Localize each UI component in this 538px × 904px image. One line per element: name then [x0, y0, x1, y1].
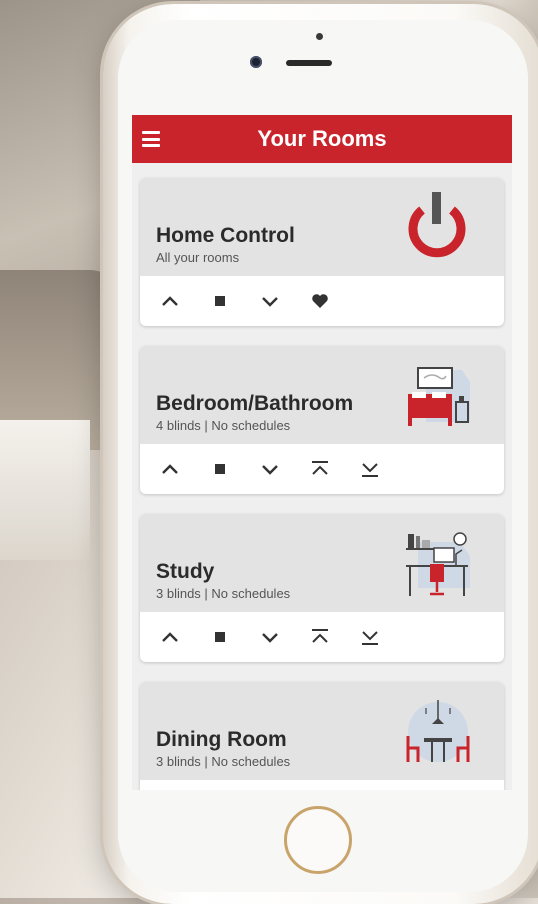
down-chevron-icon[interactable]	[256, 623, 284, 651]
room-name: Bedroom/Bathroom	[156, 392, 354, 415]
room-controls	[140, 444, 504, 494]
stop-square-icon[interactable]	[206, 287, 234, 315]
fully-close-icon[interactable]	[356, 623, 384, 651]
up-chevron-icon[interactable]	[156, 623, 184, 651]
room-name: Dining Room	[156, 728, 287, 751]
room-controls	[140, 276, 504, 326]
earpiece-speaker	[286, 60, 332, 66]
front-camera	[250, 56, 262, 68]
up-chevron-icon[interactable]	[156, 287, 184, 315]
room-card-home-control[interactable]: Home Control All your rooms	[140, 178, 504, 326]
stop-square-icon[interactable]	[206, 455, 234, 483]
page-title: Your Rooms	[257, 126, 387, 151]
heart-icon[interactable]	[306, 287, 334, 315]
down-chevron-icon[interactable]	[256, 455, 284, 483]
fully-open-icon[interactable]	[306, 623, 334, 651]
down-chevron-icon[interactable]	[256, 287, 284, 315]
dining-room-icon	[406, 700, 470, 762]
room-card-header[interactable]: Study 3 blinds | No schedules	[140, 514, 504, 612]
bedroom-icon	[408, 367, 470, 426]
study-desk-icon	[406, 532, 470, 596]
room-card-study[interactable]: Study 3 blinds | No schedules	[140, 514, 504, 662]
home-button[interactable]	[284, 806, 352, 874]
room-name: Home Control	[156, 224, 295, 247]
room-subtitle: 4 blinds | No schedules	[156, 418, 291, 433]
power-icon[interactable]	[404, 188, 470, 260]
room-card-header[interactable]: Dining Room 3 blinds | No schedules	[140, 682, 504, 780]
fully-open-icon[interactable]	[306, 455, 334, 483]
room-card-header[interactable]: Home Control All your rooms	[140, 178, 504, 276]
room-subtitle: 3 blinds | No schedules	[156, 754, 291, 769]
room-name: Study	[156, 560, 215, 583]
room-subtitle: 3 blinds | No schedules	[156, 586, 291, 601]
app-bar: Your Rooms	[132, 115, 512, 163]
stop-square-icon[interactable]	[206, 623, 234, 651]
proximity-sensor	[316, 33, 323, 40]
room-card-header[interactable]: Bedroom/Bathroom 4 blinds | No schedules	[140, 346, 504, 444]
app-screen: Your Rooms Home Control All your rooms B…	[132, 115, 512, 790]
fully-close-icon[interactable]	[356, 455, 384, 483]
background-cushion	[0, 420, 90, 560]
room-controls	[140, 612, 504, 662]
room-card-dining-room[interactable]: Dining Room 3 blinds | No schedules	[140, 682, 504, 790]
room-subtitle: All your rooms	[156, 250, 240, 265]
up-chevron-icon[interactable]	[156, 455, 184, 483]
room-card-bedroom-bathroom[interactable]: Bedroom/Bathroom 4 blinds | No schedules	[140, 346, 504, 494]
